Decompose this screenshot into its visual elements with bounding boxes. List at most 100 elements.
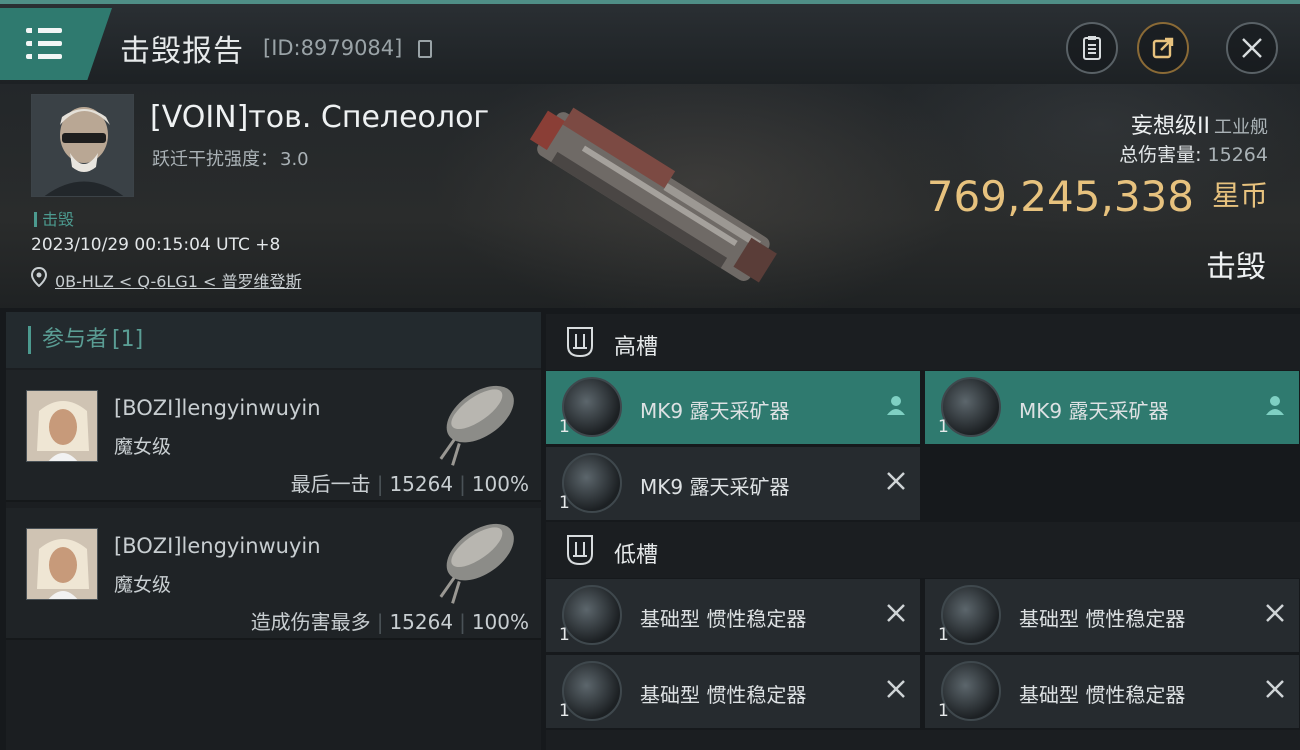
- participant-stats: 最后一击 | 15264 | 100%: [291, 468, 529, 497]
- kill-tag: 击毁: [34, 206, 74, 230]
- victim-summary: [VOIN]тов. Спелеолог 跃迁干扰强度： 3.0 击毁 2023/…: [0, 84, 1300, 308]
- module-quantity: 1: [938, 625, 949, 645]
- module-quantity: 1: [559, 493, 570, 513]
- kill-tag-label: 击毁: [42, 210, 75, 229]
- low-slot-icon: [567, 535, 593, 566]
- participant-percent: 100%: [471, 472, 529, 496]
- module-name: 基础型 惯性稳定器: [640, 683, 807, 707]
- destroyed-x-icon: [1266, 604, 1284, 622]
- mining-laser-icon: [562, 377, 622, 437]
- module-item[interactable]: 1 基础型 惯性稳定器: [925, 579, 1299, 652]
- participant-name[interactable]: [BOZI]lengyinwuyin: [114, 396, 321, 420]
- participant-avatar: [26, 390, 98, 462]
- participant-portrait-art: [27, 529, 97, 599]
- module-name: MK9 露天采矿器: [640, 399, 790, 423]
- low-slot-header: 低槽: [546, 522, 1300, 578]
- pilot-icon: [887, 396, 905, 415]
- participant-ship-image: [439, 523, 514, 604]
- total-damage-value: 15264: [1207, 144, 1268, 166]
- participant-card[interactable]: [BOZI]lengyinwuyin 魔女级 造成伤害最多 | 15264 | 100%: [6, 508, 541, 640]
- destroyed-x-icon: [887, 680, 905, 698]
- kill-datetime: 2023/10/29 00:15:04 UTC +8: [31, 235, 281, 255]
- share-button[interactable]: [1137, 22, 1189, 74]
- participant-name[interactable]: [BOZI]lengyinwuyin: [114, 534, 321, 558]
- participant-damage: 15264: [389, 610, 454, 634]
- module-quantity: 1: [938, 701, 949, 721]
- victim-portrait-art: [32, 95, 133, 196]
- participant-ship: 魔女级: [114, 574, 172, 596]
- next-slot-header-partial: [546, 730, 1300, 750]
- ship-name[interactable]: 妄想级II: [1131, 114, 1210, 139]
- warp-strength-label: 跃迁干扰强度：: [152, 149, 278, 170]
- participants-title: 参与者: [42, 327, 109, 352]
- participants-count: [1]: [112, 327, 144, 352]
- stats-divider: |: [376, 472, 384, 496]
- victim-avatar[interactable]: [31, 94, 134, 197]
- participant-ship: 魔女级: [114, 436, 172, 458]
- participant-role: 最后一击: [290, 472, 371, 496]
- mining-laser-icon: [562, 453, 622, 513]
- participant-ship-image: [439, 385, 514, 466]
- location-pin-icon: [31, 267, 47, 287]
- victim-ship-image: [529, 107, 777, 283]
- stats-divider: |: [459, 472, 466, 496]
- pilot-icon: [1266, 396, 1284, 415]
- module-item[interactable]: 1 MK9 露天采矿器: [546, 371, 920, 444]
- menu-button[interactable]: [0, 8, 112, 80]
- module-item[interactable]: 1 MK9 露天采矿器: [546, 447, 920, 520]
- inertial-stabilizer-icon: [941, 585, 1001, 645]
- module-quantity: 1: [559, 417, 570, 437]
- tag-marker: [34, 212, 37, 227]
- inertial-stabilizer-icon: [941, 661, 1001, 721]
- participants-header: 参与者 [1]: [6, 312, 541, 368]
- copy-icon[interactable]: [418, 40, 432, 58]
- stats-divider: |: [459, 610, 466, 634]
- destroyed-x-icon: [887, 472, 905, 490]
- module-item[interactable]: 1 基础型 惯性稳定器: [925, 655, 1299, 728]
- module-item[interactable]: 1 基础型 惯性稳定器: [546, 655, 920, 728]
- destroyed-x-icon: [1266, 680, 1284, 698]
- warp-strength-value: 3.0: [280, 149, 309, 170]
- report-id: [ID:8979084]: [263, 36, 403, 60]
- victim-ship-type: 妄想级II 工业舰: [1131, 108, 1268, 140]
- isk-value: 769,245,338 星币: [927, 172, 1268, 221]
- participant-percent: 100%: [471, 610, 529, 634]
- location-link[interactable]: 0B-HLZ < Q-6LG1 < 普罗维登斯: [55, 268, 301, 292]
- close-icon: [1242, 38, 1262, 58]
- low-slot-label: 低槽: [614, 543, 659, 568]
- isk-amount: 769,245,338: [926, 172, 1194, 221]
- ship-class: 工业舰: [1214, 117, 1268, 138]
- module-quantity: 1: [938, 417, 949, 437]
- participant-stats: 造成伤害最多 | 15264 | 100%: [251, 606, 529, 635]
- warp-strength: 跃迁干扰强度： 3.0: [150, 145, 309, 171]
- module-name: MK9 露天采矿器: [1019, 399, 1169, 423]
- menu-icon-notch: [32, 41, 38, 46]
- module-item[interactable]: 1 MK9 露天采矿器: [925, 371, 1299, 444]
- destroyed-x-icon: [887, 604, 905, 622]
- close-button[interactable]: [1226, 22, 1278, 74]
- isk-unit: 星币: [1211, 179, 1268, 212]
- participant-card[interactable]: [BOZI]lengyinwuyin 魔女级 最后一击 | 15264 | 100%: [6, 370, 541, 502]
- high-slot-header: 高槽: [546, 314, 1300, 370]
- mining-laser-icon: [941, 377, 1001, 437]
- clipboard-button[interactable]: [1066, 22, 1118, 74]
- high-slot-label: 高槽: [614, 335, 659, 360]
- inertial-stabilizer-icon: [562, 585, 622, 645]
- module-quantity: 1: [559, 701, 570, 721]
- header-bar: 击毁报告 [ID:8979084]: [0, 0, 1300, 84]
- share-icon: [1152, 37, 1174, 59]
- page-title: 击毁报告: [120, 34, 244, 69]
- participant-avatar: [26, 528, 98, 600]
- module-name: 基础型 惯性稳定器: [640, 607, 807, 631]
- module-item[interactable]: 1 基础型 惯性稳定器: [546, 579, 920, 652]
- participant-damage: 15264: [389, 472, 454, 496]
- menu-icon-notch: [32, 54, 38, 59]
- clipboard-icon: [1083, 36, 1101, 60]
- menu-icon-notch: [32, 28, 38, 33]
- module-name: 基础型 惯性稳定器: [1019, 607, 1186, 631]
- inertial-stabilizer-icon: [562, 661, 622, 721]
- victim-name[interactable]: [VOIN]тов. Спелеолог: [150, 100, 489, 135]
- total-damage: 总伤害量: 15264: [1119, 140, 1268, 167]
- participants-panel: 参与者 [1] [BOZI]lengyinwuyin 魔女级 最后一击 | 15264…: [6, 312, 541, 750]
- participant-portrait-art: [27, 391, 97, 461]
